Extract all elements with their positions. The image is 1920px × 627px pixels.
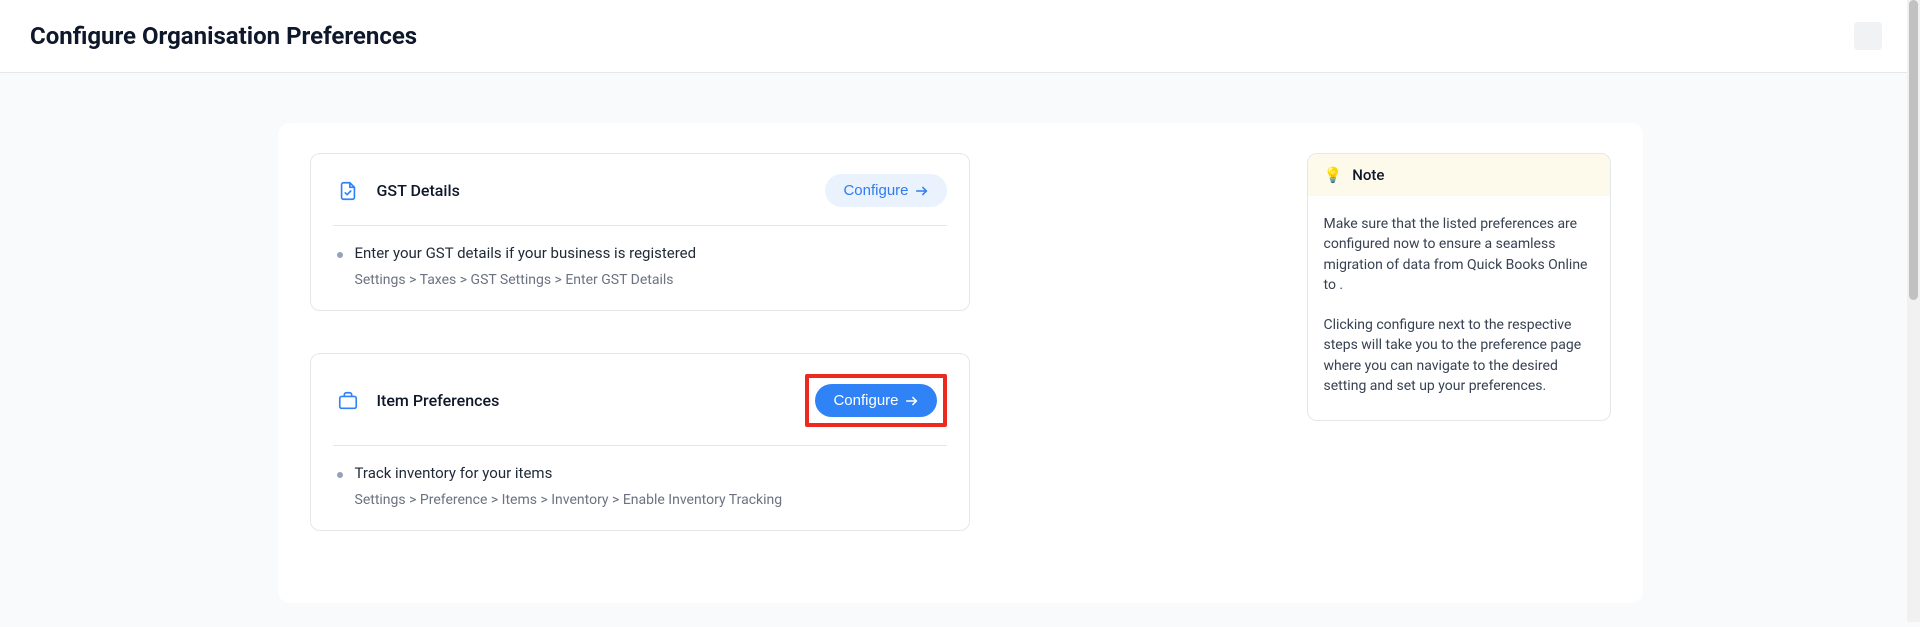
page-background: GST Details Configure: [0, 73, 1920, 627]
highlight-annotation: Configure: [805, 374, 946, 427]
pref-card-title-wrap: GST Details: [333, 176, 460, 206]
pref-item: Enter your GST details if your business …: [333, 244, 947, 262]
configure-label: Configure: [833, 392, 898, 409]
document-check-icon: [333, 176, 363, 206]
pref-card-item-preferences: Item Preferences Configure: [310, 353, 970, 531]
note-header: 💡 Note: [1308, 154, 1610, 196]
configure-button-gst[interactable]: Configure: [825, 174, 946, 207]
pref-item: Track inventory for your items: [333, 464, 947, 482]
page-title: Configure Organisation Preferences: [30, 22, 417, 50]
pref-card-title-wrap: Item Preferences: [333, 386, 500, 416]
pref-card-body: Enter your GST details if your business …: [333, 244, 947, 288]
note-body: Make sure that the listed preferences ar…: [1308, 196, 1610, 420]
modal-header: Configure Organisation Preferences: [0, 0, 1920, 73]
note-paragraph: Make sure that the listed preferences ar…: [1324, 214, 1594, 295]
briefcase-icon: [333, 386, 363, 416]
note-paragraph: Clicking configure next to the respectiv…: [1324, 315, 1594, 396]
pref-card-header: GST Details Configure: [333, 174, 947, 226]
main-panel: GST Details Configure: [278, 123, 1643, 603]
pref-path: Settings > Preference > Items > Inventor…: [355, 492, 947, 508]
arrow-right-icon: [915, 184, 929, 198]
pref-path: Settings > Taxes > GST Settings > Enter …: [355, 272, 947, 288]
note-title: Note: [1352, 166, 1384, 184]
configure-button-items[interactable]: Configure: [815, 384, 936, 417]
scrollbar[interactable]: [1907, 0, 1920, 622]
pref-item-text: Enter your GST details if your business …: [355, 244, 697, 262]
lightbulb-icon: 💡: [1324, 166, 1343, 184]
scrollbar-thumb[interactable]: [1909, 0, 1918, 300]
pref-card-header: Item Preferences Configure: [333, 374, 947, 446]
pref-item-text: Track inventory for your items: [355, 464, 553, 482]
arrow-right-icon: [905, 394, 919, 408]
note-column: 💡 Note Make sure that the listed prefere…: [1010, 153, 1611, 573]
preferences-column: GST Details Configure: [310, 153, 970, 573]
pref-card-body: Track inventory for your items Settings …: [333, 464, 947, 508]
configure-label: Configure: [843, 182, 908, 199]
bullet-icon: [337, 252, 343, 258]
close-button[interactable]: [1854, 22, 1882, 50]
bullet-icon: [337, 472, 343, 478]
pref-title: GST Details: [377, 181, 460, 200]
pref-title: Item Preferences: [377, 391, 500, 410]
pref-card-gst: GST Details Configure: [310, 153, 970, 311]
note-box: 💡 Note Make sure that the listed prefere…: [1307, 153, 1611, 421]
